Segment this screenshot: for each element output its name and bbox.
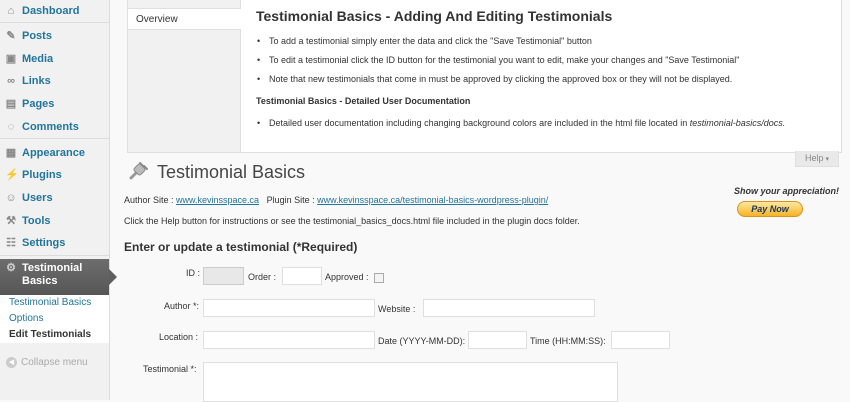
time-label: Time (HH:MM:SS): xyxy=(530,336,606,346)
submenu-item-edit-testimonials[interactable]: Edit Testimonials xyxy=(0,327,109,343)
admin-sidebar: ⌂ Dashboard ✎ Posts ▣ Media ∞ Links ▤ Pa… xyxy=(0,0,117,400)
menu-item-users[interactable]: ☺ Users xyxy=(0,187,109,209)
id-field xyxy=(203,267,244,285)
menu-label: Links xyxy=(22,75,51,87)
help-tabs: Overview xyxy=(128,0,241,152)
help-doc-path: testimonial-basics/docs. xyxy=(689,118,786,128)
help-doc-text: Detailed user documentation including ch… xyxy=(269,118,690,128)
help-content: Testimonial Basics - Adding And Editing … xyxy=(256,8,836,137)
menu-item-pages[interactable]: ▤ Pages xyxy=(0,93,109,115)
approved-checkbox[interactable] xyxy=(374,273,384,283)
menu-label: Dashboard xyxy=(22,5,80,17)
dashboard-icon: ⌂ xyxy=(7,5,15,17)
settings-icon: ☷ xyxy=(6,237,16,249)
help-bullet: To edit a testimonial click the ID butto… xyxy=(257,55,836,65)
collapse-menu-button[interactable]: ◀ Collapse menu xyxy=(6,357,88,368)
order-field[interactable] xyxy=(282,267,322,285)
date-field[interactable] xyxy=(468,331,527,349)
menu-label: Tools xyxy=(22,215,51,227)
media-icon: ▣ xyxy=(5,53,17,65)
location-field[interactable] xyxy=(203,331,375,349)
users-icon: ☺ xyxy=(5,192,17,204)
approved-label: Approved : xyxy=(325,272,369,282)
appearance-icon: ▦ xyxy=(5,147,17,159)
menu-label: Media xyxy=(22,53,54,65)
menu-label: Plugins xyxy=(22,169,62,181)
date-label: Date (YYYY-MM-DD): xyxy=(378,336,466,346)
testimonial-label: Testimonial *: xyxy=(143,364,197,374)
time-field[interactable] xyxy=(611,331,670,349)
gear-icon: ⚙ xyxy=(6,262,16,274)
submenu: Testimonial Basics Options Edit Testimon… xyxy=(0,295,109,343)
collapse-label: Collapse menu xyxy=(21,357,88,368)
order-label: Order : xyxy=(248,272,277,282)
menu-label: Settings xyxy=(22,237,66,249)
page-title: Testimonial Basics xyxy=(157,162,306,182)
submenu-item-testimonial-basics[interactable]: Testimonial Basics xyxy=(0,295,109,311)
menu-item-posts[interactable]: ✎ Posts xyxy=(0,25,109,47)
pay-now-button[interactable]: Pay Now xyxy=(737,201,803,217)
menu-item-plugins[interactable]: ⚡ Plugins xyxy=(0,164,109,186)
help-doc-bullet: Detailed user documentation including ch… xyxy=(257,118,836,128)
menu-separator xyxy=(0,138,109,139)
menu-separator xyxy=(0,255,109,256)
comment-icon: ◌ xyxy=(7,121,15,133)
author-field[interactable] xyxy=(203,299,375,317)
menu-item-dashboard[interactable]: ⌂ Dashboard xyxy=(0,0,109,22)
menu-label: Testimonial Basics xyxy=(22,262,82,288)
menu-label-line2: Basics xyxy=(22,275,58,287)
author-label: Author *: xyxy=(164,301,200,311)
collapse-arrow-icon: ◀ xyxy=(6,357,17,368)
menu-item-links[interactable]: ∞ Links xyxy=(0,70,109,92)
website-label: Website : xyxy=(378,304,416,314)
form-title: Enter or update a testimonial (*Required… xyxy=(124,240,358,254)
id-label: ID : xyxy=(186,268,201,278)
tools-icon: ⚒ xyxy=(6,215,16,227)
help-bullets: To add a testimonial simply enter the da… xyxy=(256,36,836,84)
menu-label-line1: Testimonial xyxy=(22,262,83,274)
help-title: Testimonial Basics - Adding And Editing … xyxy=(256,8,613,24)
link-icon: ∞ xyxy=(7,75,15,87)
pushpin-icon: ✎ xyxy=(6,30,16,42)
plugin-icon xyxy=(127,160,149,182)
menu-item-comments[interactable]: ◌ Comments xyxy=(0,116,109,138)
menu-label: Pages xyxy=(22,98,55,110)
location-label: Location : xyxy=(159,332,199,342)
site-links: Author Site : www.kevinsspace.ca Plugin … xyxy=(124,195,548,205)
menu-label: Posts xyxy=(22,30,52,42)
author-site-link[interactable]: www.kevinsspace.ca xyxy=(176,195,259,205)
menu-item-tools[interactable]: ⚒ Tools xyxy=(0,210,109,232)
pages-icon: ▤ xyxy=(5,98,17,110)
help-panel: Overview Testimonial Basics - Adding And… xyxy=(127,0,842,153)
website-field[interactable] xyxy=(423,299,595,317)
plugin-site-label: Plugin Site : xyxy=(266,195,318,205)
plugin-icon: ⚡ xyxy=(5,169,19,181)
help-tab-overview[interactable]: Overview xyxy=(128,8,241,30)
help-subtitle: Testimonial Basics - Detailed User Docum… xyxy=(256,96,471,106)
appreciation-text: Show your appreciation! xyxy=(734,186,840,196)
testimonial-textarea[interactable] xyxy=(203,362,618,402)
menu-label: Comments xyxy=(22,121,79,133)
author-site-label: Author Site : xyxy=(124,195,177,205)
menu-item-media[interactable]: ▣ Media xyxy=(0,48,109,70)
instructions-text: Click the Help button for instructions o… xyxy=(124,216,580,226)
help-button[interactable]: Help xyxy=(795,151,839,167)
menu-item-testimonial-basics[interactable]: ⚙ Testimonial Basics xyxy=(0,259,117,295)
submenu-item-options[interactable]: Options xyxy=(0,311,109,327)
help-bullet: Note that new testimonials that come in … xyxy=(257,74,836,84)
menu-item-settings[interactable]: ☷ Settings xyxy=(0,232,109,254)
help-doc-list: Detailed user documentation including ch… xyxy=(256,118,836,128)
help-bullet: To add a testimonial simply enter the da… xyxy=(257,36,836,46)
menu-item-appearance[interactable]: ▦ Appearance xyxy=(0,142,109,164)
menu-separator xyxy=(0,22,109,23)
plugin-site-link[interactable]: www.kevinsspace.ca/testimonial-basics-wo… xyxy=(317,195,548,205)
menu-label: Users xyxy=(22,192,53,204)
menu-label: Appearance xyxy=(22,147,85,159)
